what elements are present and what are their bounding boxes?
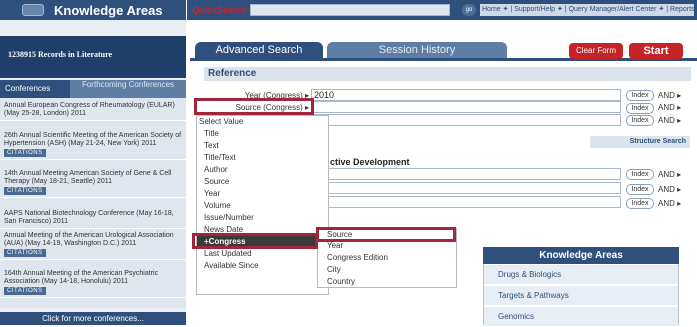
knowledge-item-targets[interactable]: Targets & Pathways (484, 286, 678, 306)
tab-forthcoming-conferences[interactable]: Forthcoming Conferences (70, 80, 186, 98)
knowledge-areas-header: Knowledge Areas (483, 247, 679, 264)
index-button[interactable]: Index (626, 184, 654, 195)
tab-advanced-search[interactable]: Advanced Search (195, 42, 323, 59)
structure-search-link[interactable]: Structure Search (590, 136, 690, 148)
citations-badge[interactable]: CITATIONS (4, 187, 46, 195)
highlight-congress (192, 233, 318, 249)
submenu-item[interactable]: Congress Edition (318, 252, 456, 264)
menu-item[interactable]: Text (197, 140, 328, 152)
tab-conferences[interactable]: Conferences (0, 80, 70, 98)
menu-item[interactable]: Available Since (197, 260, 328, 272)
go-button[interactable]: go (462, 4, 476, 16)
reference-header: Reference (204, 67, 691, 81)
row-value-input[interactable]: 2010 (311, 89, 621, 101)
conference-item[interactable]: AAPS National Biotechnology Conference (… (0, 208, 186, 229)
conference-title[interactable]: Annual Meeting of the American Urologica… (4, 232, 174, 247)
submenu-item[interactable]: City (318, 264, 456, 276)
menu-item[interactable]: Issue/Number (197, 212, 328, 224)
and-select[interactable]: AND ▸ (658, 116, 681, 125)
row-value-input[interactable] (311, 196, 621, 208)
citations-badge[interactable]: CITATIONS (4, 287, 46, 295)
citations-badge[interactable]: CITATIONS (4, 249, 46, 257)
menu-item[interactable]: Source (197, 176, 328, 188)
more-conferences-link[interactable]: Click for more conferences... (0, 312, 186, 325)
index-button[interactable]: Index (626, 115, 654, 126)
collapse-button[interactable] (22, 4, 44, 16)
highlight-source-congress (194, 98, 314, 115)
row-value-input[interactable] (311, 182, 621, 194)
index-button[interactable]: Index (626, 198, 654, 209)
clear-form-button[interactable]: Clear Form (569, 43, 623, 59)
highlight-source (316, 227, 456, 242)
sidebar-title: Knowledge Areas (54, 3, 163, 18)
index-button[interactable]: Index (626, 90, 654, 101)
and-select[interactable]: AND ▸ (658, 185, 681, 194)
row-value-input[interactable] (311, 101, 621, 113)
records-count: 1238915 Records in Literature (0, 36, 186, 78)
sidebar-tabs: Conferences Forthcoming Conferences (0, 80, 186, 98)
menu-item[interactable]: Title (197, 128, 328, 140)
top-links[interactable]: Home ✦ | Support/Help ✦ | Query Manager/… (480, 4, 694, 16)
and-select[interactable]: AND ▸ (658, 103, 681, 112)
quicksearch-input[interactable] (250, 4, 450, 16)
conference-item[interactable]: 164th Annual Meeting of the American Psy… (0, 268, 186, 298)
quicksearch-label: QuickSearch (192, 5, 248, 15)
and-select[interactable]: AND ▸ (658, 170, 681, 179)
conference-title[interactable]: 26th Annual Scientific Meeting of the Am… (4, 132, 181, 147)
citations-badge[interactable]: CITATIONS (4, 149, 46, 157)
conference-title[interactable]: 164th Annual Meeting of the American Psy… (4, 270, 158, 285)
row-value-input[interactable] (311, 114, 621, 126)
menu-item[interactable]: Volume (197, 200, 328, 212)
index-button[interactable]: Index (626, 103, 654, 114)
menu-item[interactable]: Last Updated (197, 248, 328, 260)
conference-item[interactable]: Annual Meeting of the American Urologica… (0, 230, 186, 260)
menu-item[interactable]: Title/Text (197, 152, 328, 164)
section-heading: ctive Development (330, 157, 410, 167)
conference-title[interactable]: Annual European Congress of Rheumatology… (4, 102, 175, 117)
field-dropdown-menu: Select Value Title Text Title/Text Autho… (196, 115, 329, 295)
sidebar-header: Knowledge Areas (0, 0, 186, 20)
menu-item[interactable]: Year (197, 188, 328, 200)
knowledge-item-genomics[interactable]: Genomics (484, 307, 678, 327)
conference-title[interactable]: 14th Annual Meeting American Society of … (4, 170, 171, 185)
start-button[interactable]: Start (629, 43, 683, 59)
row-value-input[interactable] (311, 168, 621, 180)
knowledge-item-drugs[interactable]: Drugs & Biologics (484, 265, 678, 285)
and-select[interactable]: AND ▸ (658, 91, 681, 100)
and-select[interactable]: AND ▸ (658, 199, 681, 208)
menu-item[interactable]: Author (197, 164, 328, 176)
conference-item[interactable]: 14th Annual Meeting American Society of … (0, 168, 186, 198)
conference-list: Annual European Congress of Rheumatology… (0, 98, 186, 308)
conference-title[interactable]: AAPS National Biotechnology Conference (… (4, 210, 174, 225)
submenu-item[interactable]: Country (318, 276, 456, 288)
menu-item[interactable]: Select Value (197, 116, 328, 128)
index-button[interactable]: Index (626, 169, 654, 180)
conference-item[interactable]: 26th Annual Scientific Meeting of the Am… (0, 130, 186, 160)
tab-session-history[interactable]: Session History (327, 42, 507, 59)
conference-item[interactable]: Annual European Congress of Rheumatology… (0, 100, 186, 121)
